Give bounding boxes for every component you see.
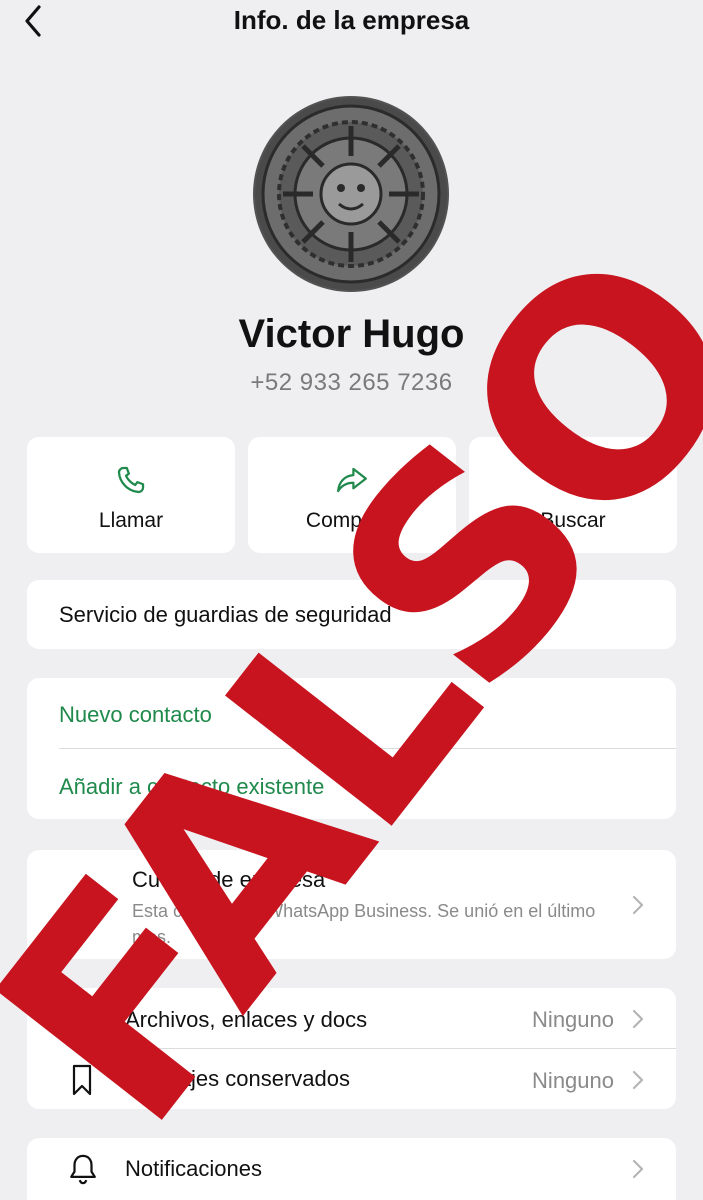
- share-icon: [337, 467, 367, 493]
- chevron-right-icon: [632, 1070, 644, 1090]
- files-links-docs-value: Ninguno: [532, 1007, 614, 1032]
- new-contact-button[interactable]: Nuevo contacto: [59, 702, 212, 728]
- header: Info. de la empresa: [0, 0, 703, 42]
- share-label: Compartir: [305, 509, 399, 532]
- notifications-row[interactable]: Notificaciones: [27, 1138, 676, 1200]
- call-button[interactable]: Llamar: [27, 437, 235, 553]
- business-description: Servicio de guardias de seguridad: [59, 602, 392, 627]
- search-label: Buscar: [540, 509, 606, 532]
- search-button[interactable]: Buscar: [469, 437, 677, 553]
- business-account-subtitle: Esta cuenta usa WhatsApp Business. Se un…: [132, 901, 596, 947]
- media-card: Archivos, enlaces y docs Ninguno Mensaje…: [27, 988, 676, 1109]
- chevron-right-icon: [632, 1159, 644, 1179]
- image-icon: [63, 1004, 101, 1034]
- chevron-right-icon: [632, 895, 644, 915]
- bell-icon: [70, 1154, 96, 1185]
- avatar[interactable]: [253, 96, 449, 292]
- bookmark-icon: [72, 1064, 92, 1096]
- share-button[interactable]: Compartir: [248, 437, 456, 553]
- starred-messages-row[interactable]: Mensajes conservados Ninguno: [27, 1048, 676, 1109]
- files-links-docs-label: Archivos, enlaces y docs: [125, 1007, 368, 1032]
- starred-messages-value: Ninguno: [532, 1068, 614, 1093]
- info-icon: [66, 891, 96, 921]
- business-description-card: Servicio de guardias de seguridad: [27, 580, 676, 649]
- business-account-row[interactable]: Cuenta de empresa Esta cuenta usa WhatsA…: [27, 850, 676, 959]
- page-title: Info. de la empresa: [233, 5, 470, 35]
- contact-name: Victor Hugo: [238, 312, 465, 356]
- notifications-label: Notificaciones: [125, 1156, 262, 1181]
- call-label: Llamar: [98, 509, 164, 532]
- business-account-title: Cuenta de empresa: [132, 867, 326, 892]
- phone-icon: [117, 466, 145, 494]
- search-icon: [559, 466, 588, 495]
- files-links-docs-row[interactable]: Archivos, enlaces y docs Ninguno: [27, 988, 676, 1048]
- chevron-right-icon: [632, 1009, 644, 1029]
- contact-phone: +52 933 265 7236: [250, 369, 453, 396]
- contact-options-card: Nuevo contacto Añadir a contacto existen…: [27, 678, 676, 819]
- divider: [59, 748, 676, 749]
- starred-messages-label: Mensajes conservados: [125, 1066, 351, 1091]
- add-to-existing-contact-button[interactable]: Añadir a contacto existente: [59, 774, 324, 800]
